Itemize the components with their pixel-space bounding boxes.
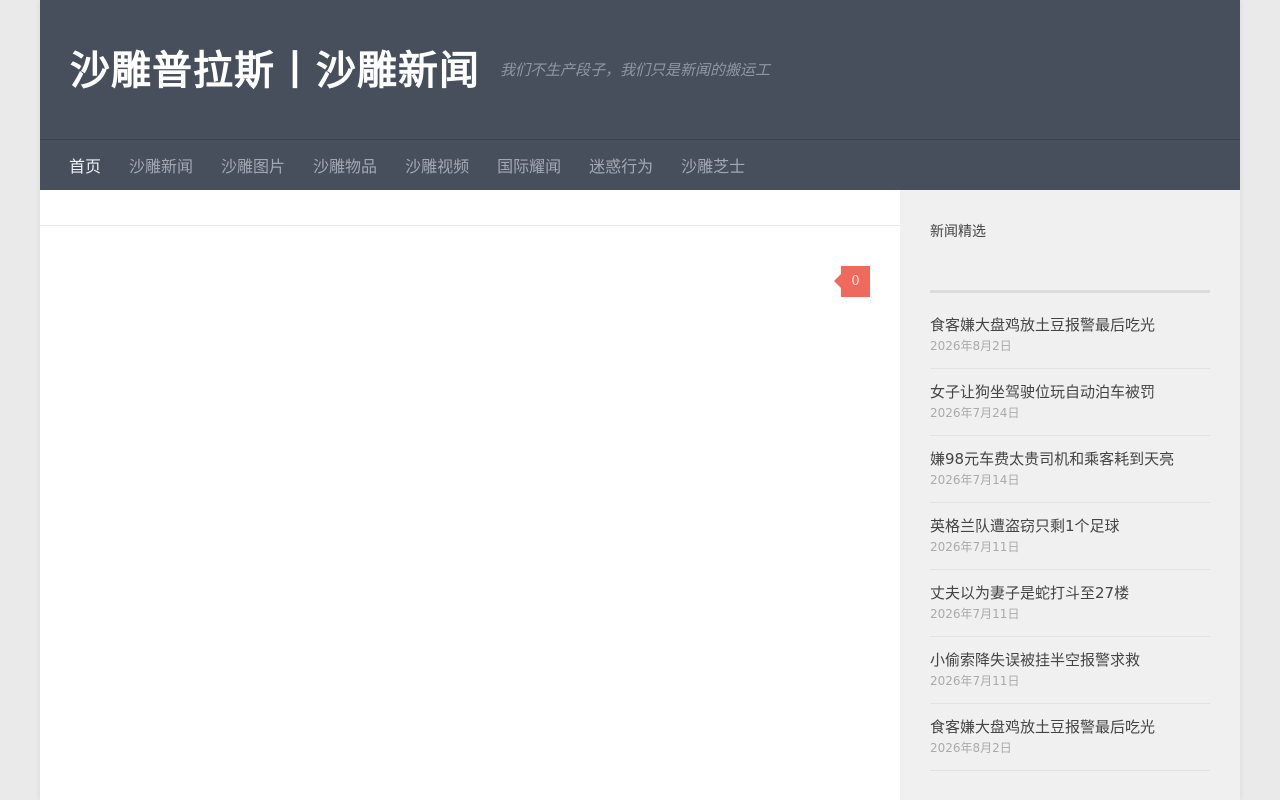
list-item: 嫌98元车费太贵司机和乘客耗到天亮 2026年7月14日	[930, 436, 1210, 503]
nav-item-news[interactable]: 沙雕新闻	[129, 153, 193, 177]
post-date: 2026年8月2日	[930, 741, 1012, 755]
list-item: 小偷索降失误被挂半空报警求救 2026年7月11日	[930, 637, 1210, 704]
nav-item-items[interactable]: 沙雕物品	[313, 153, 377, 177]
post-title-link[interactable]: 丈夫以为妻子是蛇打斗至27楼	[930, 582, 1210, 604]
nav-item-pictures[interactable]: 沙雕图片	[221, 153, 285, 177]
list-item: 丈夫以为妻子是蛇打斗至27楼 2026年7月11日	[930, 570, 1210, 637]
post-date: 2026年7月24日	[930, 406, 1020, 420]
list-item: 英格兰队遭盗窃只剩1个足球 2026年7月11日	[930, 503, 1210, 570]
nav-item-home[interactable]: 首页	[69, 153, 101, 177]
post-date: 2026年7月11日	[930, 674, 1020, 688]
nav-list: 首页 沙雕新闻 沙雕图片 沙雕物品 沙雕视频 国际耀闻 迷惑行为 沙雕芝士	[69, 140, 773, 190]
sidebar-title: 新闻精选	[930, 224, 986, 240]
post-date: 2026年8月2日	[930, 339, 1012, 353]
nav-item-knowledge[interactable]: 沙雕芝士	[681, 153, 745, 177]
post-title-link[interactable]: 食客嫌大盘鸡放土豆报警最后吃光	[930, 716, 1210, 738]
post-title-link[interactable]: 食客嫌大盘鸡放土豆报警最后吃光	[930, 314, 1210, 336]
sidebar-divider	[930, 290, 1210, 293]
post-title-link[interactable]: 嫌98元车费太贵司机和乘客耗到天亮	[930, 448, 1210, 470]
post-title-link[interactable]: 英格兰队遭盗窃只剩1个足球	[930, 515, 1210, 537]
nav-item-confusing[interactable]: 迷惑行为	[589, 153, 653, 177]
site-title[interactable]: 沙雕普拉斯丨沙雕新闻	[70, 43, 480, 99]
post-date: 2026年7月14日	[930, 473, 1020, 487]
post-date: 2026年7月11日	[930, 540, 1020, 554]
content-top-strip	[40, 190, 900, 226]
sidebar: 新闻精选 食客嫌大盘鸡放土豆报警最后吃光 2026年8月2日 女子让狗坐驾驶位玩…	[900, 190, 1240, 800]
list-item: 女子让狗坐驾驶位玩自动泊车被罚 2026年7月24日	[930, 369, 1210, 436]
list-item: 食客嫌大盘鸡放土豆报警最后吃光 2026年8月2日	[930, 704, 1210, 771]
nav-item-international[interactable]: 国际耀闻	[497, 153, 561, 177]
site-tagline: 我们不生产段子，我们只是新闻的搬运工	[500, 61, 771, 79]
comment-count-badge[interactable]: 0	[834, 266, 870, 297]
main-nav: 首页 沙雕新闻 沙雕图片 沙雕物品 沙雕视频 国际耀闻 迷惑行为 沙雕芝士	[40, 139, 1240, 190]
site-header: 沙雕普拉斯丨沙雕新闻 我们不生产段子，我们只是新闻的搬运工	[40, 0, 1240, 139]
post-title-link[interactable]: 小偷索降失误被挂半空报警求救	[930, 649, 1210, 671]
page-wrapper: 沙雕普拉斯丨沙雕新闻 我们不生产段子，我们只是新闻的搬运工 首页 沙雕新闻 沙雕…	[40, 0, 1240, 800]
featured-post-list: 食客嫌大盘鸡放土豆报警最后吃光 2026年8月2日 女子让狗坐驾驶位玩自动泊车被…	[930, 302, 1210, 771]
list-item: 食客嫌大盘鸡放土豆报警最后吃光 2026年8月2日	[930, 302, 1210, 369]
nav-item-videos[interactable]: 沙雕视频	[405, 153, 469, 177]
post-title-link[interactable]: 女子让狗坐驾驶位玩自动泊车被罚	[930, 381, 1210, 403]
main-content: 0	[40, 190, 900, 800]
post-date: 2026年7月11日	[930, 607, 1020, 621]
